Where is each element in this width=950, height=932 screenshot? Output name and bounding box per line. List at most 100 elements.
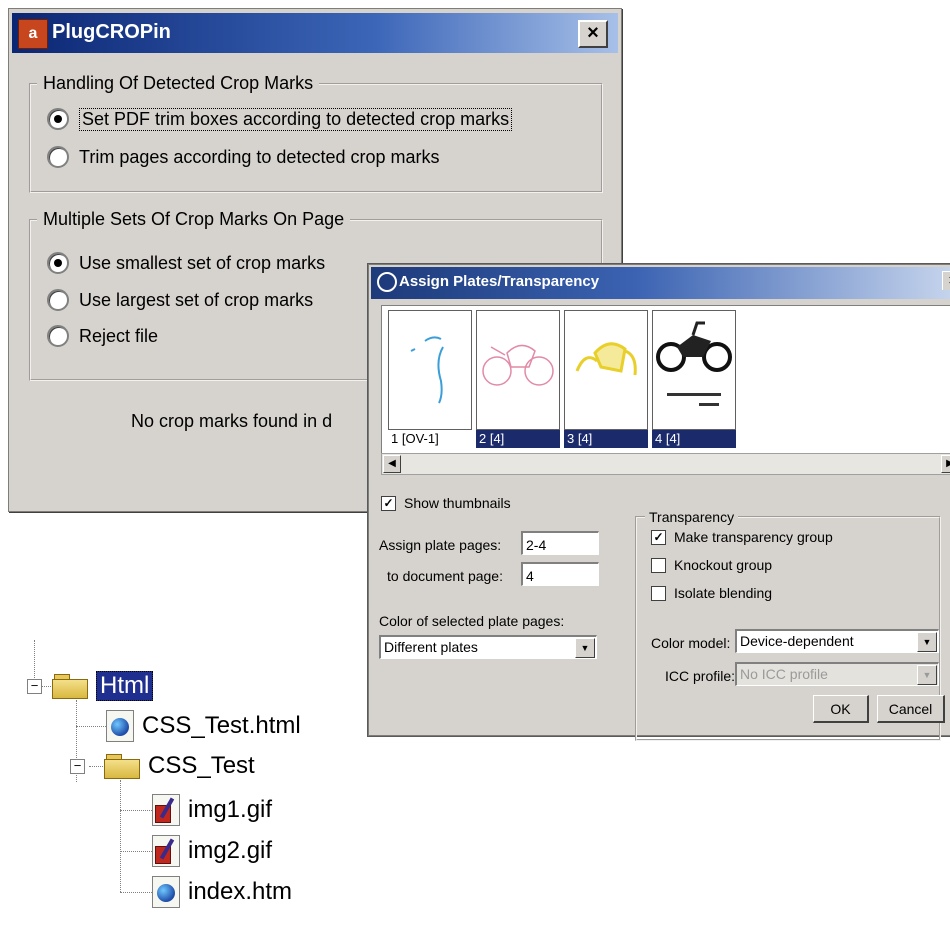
tree-line [76,726,106,727]
thumbnail-page-2[interactable]: 2 [4] [476,310,560,448]
thumbnail-image-3 [564,310,648,430]
assign-plates-title: Assign Plates/Transparency [399,273,600,290]
tree-line [120,780,121,892]
isolate-blending-label: Isolate blending [674,585,773,601]
plugcropin-titlebar[interactable]: a PlugCROPin × [12,13,618,53]
folder-open-icon [52,674,88,699]
thumbnail-strip: 1 [OV-1] 2 [4] 3 [4] 4 [4] [381,305,950,457]
tree-line [120,892,152,893]
show-thumbnails-checkbox[interactable]: ✓ Show thumbnails [381,495,511,511]
chevron-down-icon: ▼ [917,665,937,685]
thumbnail-page-1[interactable]: 1 [OV-1] [388,310,472,448]
radio-button-selected[interactable] [47,252,69,274]
assign-plate-pages-input[interactable]: 2-4 [521,531,599,555]
crop-handling-group: Handling Of Detected Crop Marks [29,73,603,193]
status-message: No crop marks found in d [131,411,333,431]
to-document-page-input[interactable]: 4 [521,562,599,586]
assign-plate-pages-label: Assign plate pages: [379,537,502,553]
collapse-icon[interactable]: − [27,679,42,694]
folder-icon [104,754,140,779]
scroll-left-icon[interactable]: ◀ [383,455,401,473]
radio-label-largest: Use largest set of crop marks [79,289,314,310]
color-model-label: Color model: [651,635,731,651]
radio-use-smallest[interactable]: Use smallest set of crop marks [47,249,325,277]
tree-node-label: img1.gif [188,796,273,823]
plugcropin-title: PlugCROPin [52,21,171,43]
knockout-group-checkbox[interactable]: Knockout group [651,557,772,573]
checkbox-unchecked[interactable] [651,585,666,601]
assign-plates-dialog: Assign Plates/Transparency × 1 [OV-1] [368,264,950,741]
thumbnail-image-4 [652,310,736,430]
thumbnail-caption-2: 2 [4] [476,430,560,448]
gif-image-icon [152,835,180,867]
icc-profile-dropdown: No ICC profile ▼ [735,662,939,686]
tree-node-img1[interactable]: img1.gif [152,790,272,830]
tree-node-css-test-folder[interactable]: CSS_Test [104,746,255,786]
tree-node-label: CSS_Test.html [142,712,301,739]
tree-node-label: index.htm [188,878,293,905]
multiple-sets-legend: Multiple Sets Of Crop Marks On Page [43,209,345,229]
thumbnail-image-2 [476,310,560,430]
thumbnail-image-1 [388,310,472,430]
radio-trim-pages[interactable]: Trim pages according to detected crop ma… [47,143,440,171]
tree-node-img2[interactable]: img2.gif [152,831,272,871]
file-tree: − Html CSS_Test.html − CSS_Test img1.gif… [0,640,400,932]
chevron-down-icon[interactable]: ▼ [575,638,595,658]
plugcropin-app-icon: a [18,19,48,49]
tree-node-label: img2.gif [188,837,273,864]
tree-line [120,851,152,852]
checkbox-checked[interactable]: ✓ [381,495,396,511]
close-icon[interactable]: × [942,271,950,290]
make-transparency-group-label: Make transparency group [674,529,833,545]
radio-set-trim-boxes[interactable]: Set PDF trim boxes according to detected… [47,105,513,133]
radio-button-selected[interactable] [47,108,69,130]
crop-handling-legend: Handling Of Detected Crop Marks [43,73,314,93]
radio-button[interactable] [47,325,69,347]
knockout-group-label: Knockout group [674,557,773,573]
show-thumbnails-label: Show thumbnails [404,495,511,511]
tree-node-label: CSS_Test [148,752,255,779]
make-transparency-group-checkbox[interactable]: ✓ Make transparency group [651,529,833,545]
radio-label-smallest: Use smallest set of crop marks [79,252,326,273]
icc-profile-label: ICC profile: [665,668,736,684]
ok-button[interactable]: OK [813,695,869,723]
icc-profile-value: No ICC profile [740,666,828,682]
app-icon [377,272,397,292]
cancel-button[interactable]: Cancel [877,695,945,723]
html-document-icon [106,710,134,742]
tree-line [89,766,103,767]
radio-label-set-trim: Set PDF trim boxes according to detected… [79,107,513,131]
tree-node-index[interactable]: index.htm [152,872,292,912]
tree-line [34,640,35,680]
tree-line [120,810,152,811]
color-of-selected-label: Color of selected plate pages: [379,613,565,629]
chevron-down-icon[interactable]: ▼ [917,632,937,652]
assign-plates-titlebar[interactable]: Assign Plates/Transparency [371,267,950,299]
thumbnail-caption-4: 4 [4] [652,430,736,448]
close-icon[interactable]: × [578,20,608,48]
checkbox-checked[interactable]: ✓ [651,529,666,545]
radio-button[interactable] [47,146,69,168]
radio-button[interactable] [47,289,69,311]
radio-label-trim-pages: Trim pages according to detected crop ma… [79,146,440,167]
checkbox-unchecked[interactable] [651,557,666,573]
thumbnail-caption-1: 1 [OV-1] [388,430,472,448]
html-document-icon [152,876,180,908]
collapse-icon[interactable]: − [70,759,85,774]
radio-label-reject: Reject file [79,325,159,346]
tree-node-css-test-html[interactable]: CSS_Test.html [106,706,301,746]
isolate-blending-checkbox[interactable]: Isolate blending [651,585,772,601]
radio-reject-file[interactable]: Reject file [47,322,158,350]
color-model-value: Device-dependent [740,633,854,649]
thumbnail-scrollbar[interactable]: ◀ ▶ [381,453,950,475]
to-document-page-label: to document page: [387,568,503,584]
gif-image-icon [152,794,180,826]
tree-node-html[interactable]: Html [52,666,154,706]
tree-node-label: Html [96,671,154,701]
radio-use-largest[interactable]: Use largest set of crop marks [47,286,313,314]
color-of-selected-dropdown[interactable]: Different plates ▼ [379,635,597,659]
thumbnail-page-3[interactable]: 3 [4] [564,310,648,448]
color-model-dropdown[interactable]: Device-dependent ▼ [735,629,939,653]
scroll-right-icon[interactable]: ▶ [941,455,950,473]
thumbnail-page-4[interactable]: 4 [4] [652,310,736,448]
